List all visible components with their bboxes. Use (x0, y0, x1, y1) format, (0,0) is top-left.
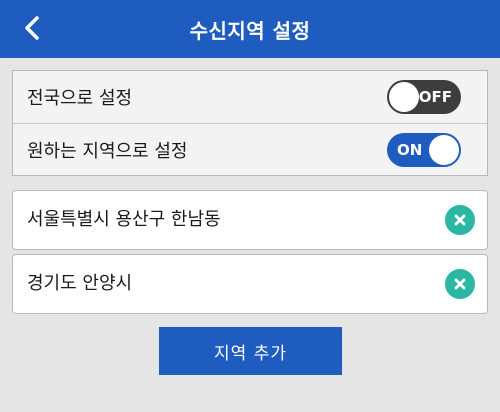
region-label: 경기도 안양시 (27, 273, 133, 294)
toggle-knob (429, 135, 459, 165)
toggle-state-text: OFF (418, 88, 452, 106)
nationwide-setting-row: 전국으로 설정 OFF (13, 71, 487, 124)
remove-region-button[interactable] (445, 205, 475, 235)
close-circle-icon (454, 278, 466, 290)
region-label: 서울특별시 용산구 한남동 (27, 209, 221, 230)
receive-settings-panel: 전국으로 설정 OFF 원하는 지역으로 설정 ON (12, 70, 488, 176)
remove-region-button[interactable] (445, 269, 475, 299)
nationwide-setting-label: 전국으로 설정 (27, 88, 133, 109)
close-circle-icon (454, 214, 466, 226)
custom-region-toggle[interactable]: ON (387, 133, 461, 167)
custom-region-setting-label: 원하는 지역으로 설정 (27, 141, 188, 162)
chevron-left-icon (25, 16, 39, 40)
custom-region-setting-row: 원하는 지역으로 설정 ON (13, 124, 487, 176)
toggle-knob (389, 82, 419, 112)
page-title: 수신지역 설정 (189, 18, 311, 43)
app-header: 수신지역 설정 (0, 0, 500, 58)
toggle-state-text: ON (397, 141, 423, 159)
back-button[interactable] (14, 10, 50, 46)
nationwide-toggle[interactable]: OFF (387, 80, 461, 114)
add-region-button[interactable]: 지역 추가 (159, 327, 342, 375)
region-item: 경기도 안양시 (12, 254, 488, 314)
region-item: 서울특별시 용산구 한남동 (12, 190, 488, 250)
